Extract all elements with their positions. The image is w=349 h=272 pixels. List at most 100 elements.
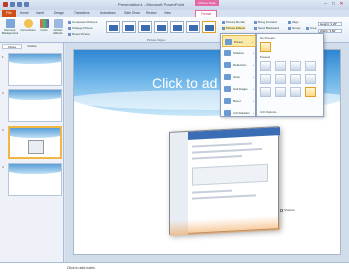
menu-item-3d-rotation[interactable]: 3-D Rotation ›: [222, 107, 256, 119]
align-label: Align: [292, 20, 299, 24]
height-field[interactable]: Height: 3.26": [318, 22, 342, 26]
preset-gallery: No Presets Presets 3-D Options...: [256, 33, 324, 117]
slide-thumbnail-selected[interactable]: [8, 126, 62, 159]
change-label: Change Picture: [72, 26, 93, 30]
chevron-right-icon: ›: [253, 111, 254, 115]
menu-item-glow[interactable]: Glow ›: [222, 71, 256, 83]
tab-file[interactable]: File: [2, 10, 16, 17]
align-button[interactable]: Align: [288, 20, 299, 24]
picture-style-5[interactable]: [170, 21, 184, 33]
menu-item-label: 3-D Rotation: [233, 111, 250, 115]
preset-option[interactable]: [290, 61, 301, 71]
preset-option[interactable]: [290, 74, 301, 84]
picture-panel: [192, 163, 268, 186]
picture-style-4[interactable]: [154, 21, 168, 33]
powerpoint-window: Presentation1 - Microsoft PowerPoint Pic…: [0, 0, 349, 272]
preset-none[interactable]: [260, 42, 271, 52]
slide-thumbnail[interactable]: [8, 163, 62, 196]
app-icon[interactable]: [3, 2, 8, 7]
preset-option[interactable]: [305, 74, 316, 84]
close-icon[interactable]: ✕: [338, 1, 345, 7]
glow-icon: [224, 74, 231, 80]
menu-item-preset[interactable]: Preset ›: [222, 35, 256, 47]
menu-item-soft-edges[interactable]: Soft Edges ›: [222, 83, 256, 95]
picture-style-7[interactable]: [202, 21, 216, 33]
resize-handle[interactable]: [280, 209, 283, 212]
slide-thumbnail[interactable]: [8, 89, 62, 122]
save-icon[interactable]: [10, 2, 15, 7]
inserted-screenshot-picture[interactable]: [169, 126, 280, 236]
slide-number: 2: [2, 91, 4, 95]
notes-pane[interactable]: Click to add notes: [0, 262, 349, 272]
tab-design[interactable]: Design: [54, 11, 64, 15]
picture-line: [192, 148, 262, 154]
remove-background-label: Remove Background: [2, 28, 19, 36]
preset-option[interactable]: [275, 61, 286, 71]
remove-background-button[interactable]: Remove Background: [2, 19, 18, 39]
picture-style-2[interactable]: [122, 21, 136, 33]
corrections-label: Corrections: [20, 28, 36, 32]
picture-effects-button[interactable]: Picture Effects: [222, 26, 246, 30]
compress-pictures-button[interactable]: Compress Pictures: [68, 20, 97, 24]
preset-option[interactable]: [275, 87, 286, 97]
minimize-icon[interactable]: –: [322, 1, 329, 7]
menu-item-reflection[interactable]: Reflection ›: [222, 59, 256, 71]
tab-slides[interactable]: Slides: [2, 44, 22, 49]
picture-line: [192, 142, 252, 148]
change-picture-icon: [68, 26, 71, 30]
tab-view[interactable]: View: [164, 11, 171, 15]
menu-item-bevel[interactable]: Bevel ›: [222, 95, 256, 107]
menu-item-shadow[interactable]: Shadow ›: [222, 47, 256, 59]
picture-style-6[interactable]: [186, 21, 200, 33]
preset-option[interactable]: [305, 61, 316, 71]
tab-home[interactable]: Home: [20, 11, 29, 15]
reflection-icon: [224, 62, 231, 68]
3d-options-link[interactable]: 3-D Options...: [260, 110, 279, 114]
redo-icon[interactable]: [24, 2, 29, 7]
tab-slide-show[interactable]: Slide Show: [124, 11, 140, 15]
title-placeholder[interactable]: Click to ad: [152, 75, 217, 91]
picture-line: [192, 189, 232, 194]
menu-item-label: Shadow: [233, 51, 244, 55]
picture-border-icon: [222, 20, 225, 24]
preset-option[interactable]: [260, 87, 271, 97]
picture-style-1[interactable]: [106, 21, 120, 33]
bring-forward-button[interactable]: Bring Forward: [254, 20, 277, 24]
tab-transitions[interactable]: Transitions: [74, 11, 89, 15]
tab-review[interactable]: Review: [146, 11, 156, 15]
preset-option[interactable]: [275, 74, 286, 84]
chevron-right-icon: ›: [253, 63, 254, 67]
preset-option[interactable]: [260, 74, 271, 84]
change-picture-button[interactable]: Change Picture: [68, 26, 93, 30]
notes-placeholder[interactable]: Click to add notes: [67, 266, 95, 270]
artistic-effects-button[interactable]: Artistic Effects: [50, 19, 66, 39]
tab-format[interactable]: Format: [195, 10, 217, 17]
crop-button[interactable]: Crop: [306, 26, 317, 30]
reset-picture-button[interactable]: Reset Picture: [68, 32, 90, 36]
corrections-button[interactable]: Corrections: [20, 19, 36, 39]
picture-style-3[interactable]: [138, 21, 152, 33]
tab-insert[interactable]: Insert: [36, 11, 44, 15]
color-icon: [39, 19, 49, 28]
picture-border-button[interactable]: Picture Border: [222, 20, 245, 24]
artistic-effects-label: Artistic Effects: [53, 28, 63, 36]
sun-icon: [23, 19, 33, 28]
preset-option-hovered[interactable]: [305, 87, 316, 97]
presets-header: Presets: [260, 55, 271, 59]
send-backward-button[interactable]: Send Backward: [254, 26, 279, 30]
group-icon: [288, 26, 291, 30]
bevel-icon: [224, 98, 231, 104]
remove-background-icon: [5, 19, 15, 28]
maximize-icon[interactable]: □: [330, 1, 337, 7]
menu-item-label: Bevel: [233, 99, 241, 103]
preset-option[interactable]: [260, 61, 271, 71]
group-button[interactable]: Group: [288, 26, 300, 30]
undo-icon[interactable]: [17, 2, 22, 7]
tab-outline[interactable]: Outline: [22, 44, 42, 49]
slide-number: 1: [2, 55, 4, 59]
slide-thumbnail[interactable]: [8, 53, 62, 86]
tab-animations[interactable]: Animations: [100, 11, 116, 15]
picture-tools-label: Picture Tools: [195, 0, 219, 6]
align-icon: [288, 20, 291, 24]
preset-option[interactable]: [290, 87, 301, 97]
